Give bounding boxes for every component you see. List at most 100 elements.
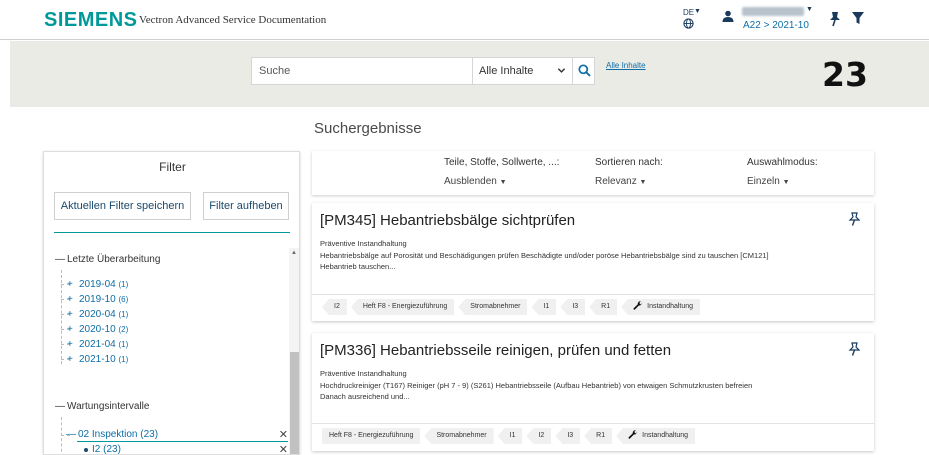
- section-label: Letzte Überarbeitung: [67, 254, 161, 265]
- caret-down-icon: ▼: [694, 8, 701, 15]
- selection-mode-option[interactable]: Auswahlmodus: Einzeln ▼: [747, 157, 818, 187]
- tag[interactable]: Stromabnehmer: [424, 428, 494, 444]
- scroll-up-icon[interactable]: ▲: [291, 250, 297, 256]
- option-value: Einzeln ▼: [747, 176, 790, 187]
- parts-option[interactable]: Teile, Stoffe, Sollwerte, ...: Ausblende…: [444, 157, 559, 187]
- pin-icon[interactable]: [828, 11, 842, 27]
- save-filter-button[interactable]: Aktuellen Filter speichern: [54, 192, 191, 220]
- tag[interactable]: I3: [555, 428, 581, 444]
- tag[interactable]: Heft F8 - Energiezuführung: [350, 299, 455, 315]
- option-value: Relevanz ▼: [595, 176, 647, 187]
- option-value: Ausblenden ▼: [444, 176, 507, 187]
- clear-filter-button[interactable]: Filter aufheben: [203, 192, 289, 220]
- search-bar: Alle Inhalte: [251, 57, 595, 85]
- results-heading: Suchergebnisse: [314, 120, 422, 137]
- pin-icon[interactable]: [848, 212, 860, 226]
- scrollbar-thumb[interactable]: [290, 352, 299, 454]
- filter-panel: Filter Aktuellen Filter speichern Filter…: [43, 151, 300, 455]
- result-title[interactable]: [PM345] Hebantriebsbälge sichtprüfen: [320, 212, 575, 229]
- globe-icon: [683, 18, 694, 29]
- divider: [54, 232, 290, 233]
- scrollbar[interactable]: ▲: [289, 248, 299, 454]
- tag-maintenance[interactable]: Instandhaltung: [616, 428, 696, 444]
- result-options-bar: Teile, Stoffe, Sollwerte, ...: Ausblende…: [312, 151, 874, 195]
- plus-icon: +: [67, 324, 73, 335]
- scope-select[interactable]: Alle Inhalte: [472, 58, 572, 84]
- caret-down-icon: ▼: [782, 179, 790, 186]
- tag[interactable]: I2: [322, 299, 347, 315]
- section-label: Wartungsintervalle: [67, 401, 150, 412]
- filter-item-interval-active[interactable]: — 02 Inspektion (23) ✕: [66, 429, 288, 441]
- bullet-icon: [84, 448, 88, 452]
- caret-down-icon: ▼: [639, 179, 647, 186]
- filter-item-revision[interactable]: +2020-04 (1): [67, 309, 128, 320]
- language-selector[interactable]: DE ▼: [681, 8, 701, 34]
- language-code: DE: [683, 8, 695, 17]
- divider: [312, 294, 874, 295]
- tag[interactable]: R1: [589, 299, 618, 315]
- collapse-icon: —: [55, 401, 65, 412]
- filter-item-revision[interactable]: +2021-04 (1): [67, 339, 128, 350]
- option-label: Teile, Stoffe, Sollwerte, ...:: [444, 157, 560, 168]
- tag[interactable]: I1: [531, 299, 557, 315]
- app-title: Vectron Advanced Service Documentation: [139, 14, 327, 26]
- chevron-down-icon: [557, 68, 566, 73]
- result-card[interactable]: [PM345] Hebantriebsbälge sichtprüfen Prä…: [312, 203, 874, 321]
- filter-item-revision[interactable]: +2019-10 (6): [67, 294, 128, 305]
- remove-icon[interactable]: ✕: [279, 443, 288, 454]
- result-category: Präventive Instandhaltung: [320, 369, 407, 378]
- sort-option[interactable]: Sortieren nach: Relevanz ▼: [595, 157, 663, 187]
- divider: [312, 423, 874, 424]
- collapse-icon: —: [55, 254, 65, 265]
- user-name-redacted: [742, 7, 804, 16]
- result-card[interactable]: [PM336] Hebantriebsseile reinigen, prüfe…: [312, 333, 874, 451]
- filter-item-revision[interactable]: +2020-10 (2): [67, 324, 128, 335]
- tag[interactable]: R1: [584, 428, 613, 444]
- filter-icon[interactable]: [851, 11, 865, 25]
- plus-icon: +: [67, 309, 73, 320]
- all-content-link[interactable]: Alle Inhalte: [606, 61, 646, 70]
- plus-icon: +: [67, 294, 73, 305]
- siemens-logo[interactable]: SIEMENS: [44, 9, 138, 32]
- collapse-icon: —: [66, 429, 76, 440]
- search-input[interactable]: [252, 58, 472, 84]
- tag-list: Heft F8 - Energiezuführung Stromabnehmer…: [322, 428, 696, 444]
- search-icon: [578, 64, 591, 77]
- pin-icon[interactable]: [848, 342, 860, 356]
- search-button[interactable]: [572, 58, 595, 84]
- tag[interactable]: I3: [560, 299, 586, 315]
- tag-list: I2 Heft F8 - Energiezuführung Stromabneh…: [322, 299, 701, 315]
- interval-label: 02 Inspektion (23): [78, 429, 159, 440]
- active-underline: [77, 441, 288, 442]
- user-menu[interactable]: ▼ A22 > 2021-10: [722, 6, 822, 34]
- filter-item-revision[interactable]: +2019-04 (1): [67, 279, 128, 290]
- tree-line: [61, 417, 62, 454]
- scope-value: Alle Inhalte: [479, 65, 534, 77]
- tag[interactable]: I2: [526, 428, 552, 444]
- user-context: A22 > 2021-10: [743, 20, 809, 31]
- wrench-icon: [628, 430, 638, 439]
- tag[interactable]: Heft F8 - Energiezuführung: [322, 428, 421, 444]
- remove-icon[interactable]: ✕: [279, 428, 288, 441]
- filter-item-leaf[interactable]: I2 (23) ✕: [84, 443, 288, 455]
- result-category: Präventive Instandhaltung: [320, 239, 407, 248]
- result-description: Hebantriebsbälge auf Porosität und Besch…: [320, 251, 769, 271]
- tag[interactable]: I1: [497, 428, 523, 444]
- top-bar: SIEMENS Vectron Advanced Service Documen…: [0, 0, 929, 40]
- tag-maintenance[interactable]: Instandhaltung: [621, 299, 701, 315]
- option-label: Sortieren nach:: [595, 157, 663, 168]
- option-label: Auswahlmodus:: [747, 157, 818, 168]
- tag[interactable]: Stromabnehmer: [458, 299, 528, 315]
- user-icon: [722, 10, 734, 22]
- filter-title: Filter: [159, 160, 186, 174]
- leaf-label: I2 (23): [92, 444, 121, 455]
- filter-item-revision[interactable]: +2021-10 (1): [67, 354, 128, 365]
- caret-down-icon: ▼: [499, 179, 507, 186]
- caret-down-icon: ▼: [806, 6, 813, 13]
- plus-icon: +: [67, 354, 73, 365]
- result-description: Hochdruckreiniger (T167) Reiniger (pH 7 …: [320, 381, 753, 401]
- plus-icon: +: [67, 339, 73, 350]
- result-title[interactable]: [PM336] Hebantriebsseile reinigen, prüfe…: [320, 342, 671, 359]
- plus-icon: +: [67, 279, 73, 290]
- wrench-icon: [633, 301, 643, 310]
